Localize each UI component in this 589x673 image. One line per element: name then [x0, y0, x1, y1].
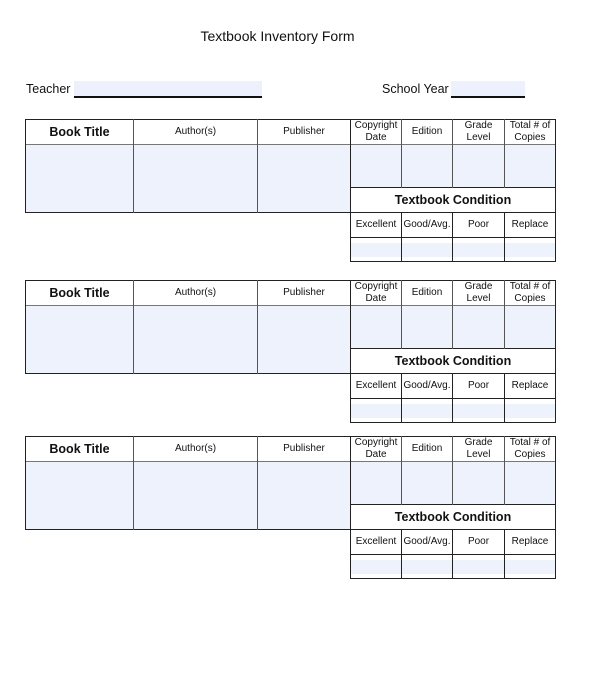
- good-avg-input[interactable]: [402, 243, 452, 257]
- authors-input[interactable]: [134, 145, 257, 212]
- condition-title: Textbook Condition: [394, 193, 512, 207]
- school-year-label: School Year: [382, 82, 449, 96]
- copyright-date-input[interactable]: [351, 306, 401, 348]
- header-copyright-date: Copyright Date: [354, 120, 398, 143]
- condition-replace: Replace: [511, 219, 549, 230]
- header-publisher: Publisher: [283, 287, 325, 298]
- teacher-label: Teacher: [26, 82, 71, 96]
- poor-input[interactable]: [453, 404, 504, 418]
- book-title-input[interactable]: [26, 306, 133, 373]
- condition-poor: Poor: [467, 219, 490, 230]
- edition-input[interactable]: [402, 306, 452, 348]
- book-title-input[interactable]: [26, 462, 133, 529]
- divider: [25, 461, 556, 462]
- poor-input[interactable]: [453, 560, 504, 574]
- condition-good-avg: Good/Avg.: [403, 380, 451, 391]
- header-authors: Author(s): [174, 287, 217, 298]
- condition-replace: Replace: [511, 380, 549, 391]
- divider: [350, 237, 556, 238]
- header-authors: Author(s): [174, 126, 217, 137]
- condition-good-avg: Good/Avg.: [403, 536, 451, 547]
- divider: [350, 554, 556, 555]
- header-publisher: Publisher: [283, 126, 325, 137]
- condition-poor: Poor: [467, 536, 490, 547]
- divider: [350, 422, 556, 423]
- publisher-input[interactable]: [258, 306, 350, 373]
- condition-replace: Replace: [511, 536, 549, 547]
- book-entry-section: Book Title Author(s) Publisher Copyright…: [25, 280, 556, 425]
- header-grade-level: Grade Level: [464, 120, 493, 143]
- header-book-title: Book Title: [49, 286, 110, 300]
- replace-input[interactable]: [505, 404, 555, 418]
- divider: [555, 280, 556, 423]
- total-copies-input[interactable]: [505, 145, 555, 187]
- excellent-input[interactable]: [351, 243, 401, 257]
- header-total-copies: Total # of Copies: [509, 120, 551, 143]
- publisher-input[interactable]: [258, 462, 350, 529]
- divider: [555, 119, 556, 262]
- grade-level-input[interactable]: [453, 145, 504, 187]
- grade-level-input[interactable]: [453, 306, 504, 348]
- excellent-input[interactable]: [351, 560, 401, 574]
- copyright-date-input[interactable]: [351, 145, 401, 187]
- authors-input[interactable]: [134, 462, 257, 529]
- total-copies-input[interactable]: [505, 306, 555, 348]
- form-title: Textbook Inventory Form: [200, 28, 355, 44]
- replace-input[interactable]: [505, 560, 555, 574]
- divider: [25, 212, 351, 213]
- divider: [555, 436, 556, 579]
- header-book-title: Book Title: [49, 442, 110, 456]
- header-edition: Edition: [411, 443, 443, 454]
- condition-excellent: Excellent: [355, 380, 397, 391]
- divider: [25, 373, 351, 374]
- divider: [25, 144, 556, 145]
- divider: [350, 578, 556, 579]
- good-avg-input[interactable]: [402, 560, 452, 574]
- header-authors: Author(s): [174, 443, 217, 454]
- header-copyright-date: Copyright Date: [354, 281, 398, 304]
- header-book-title: Book Title: [49, 125, 110, 139]
- header-total-copies: Total # of Copies: [509, 437, 551, 460]
- header-copyright-date: Copyright Date: [354, 437, 398, 460]
- good-avg-input[interactable]: [402, 404, 452, 418]
- book-title-input[interactable]: [26, 145, 133, 212]
- edition-input[interactable]: [402, 145, 452, 187]
- book-entry-section: Book Title Author(s) Publisher Copyright…: [25, 436, 556, 581]
- edition-input[interactable]: [402, 462, 452, 504]
- teacher-field[interactable]: [74, 81, 262, 98]
- total-copies-input[interactable]: [505, 462, 555, 504]
- header-grade-level: Grade Level: [464, 437, 493, 460]
- condition-excellent: Excellent: [355, 536, 397, 547]
- divider: [350, 398, 556, 399]
- replace-input[interactable]: [505, 243, 555, 257]
- condition-title: Textbook Condition: [394, 354, 512, 368]
- header-total-copies: Total # of Copies: [509, 281, 551, 304]
- copyright-date-input[interactable]: [351, 462, 401, 504]
- header-publisher: Publisher: [283, 443, 325, 454]
- divider: [25, 305, 556, 306]
- condition-title: Textbook Condition: [394, 510, 512, 524]
- header-edition: Edition: [411, 287, 443, 298]
- publisher-input[interactable]: [258, 145, 350, 212]
- grade-level-input[interactable]: [453, 462, 504, 504]
- divider: [350, 261, 556, 262]
- divider: [25, 529, 351, 530]
- header-edition: Edition: [411, 126, 443, 137]
- poor-input[interactable]: [453, 243, 504, 257]
- condition-good-avg: Good/Avg.: [403, 219, 451, 230]
- school-year-field[interactable]: [451, 81, 525, 98]
- authors-input[interactable]: [134, 306, 257, 373]
- condition-poor: Poor: [467, 380, 490, 391]
- header-grade-level: Grade Level: [464, 281, 493, 304]
- book-entry-section: Book Title Author(s) Publisher Copyright…: [25, 119, 556, 264]
- excellent-input[interactable]: [351, 404, 401, 418]
- condition-excellent: Excellent: [355, 219, 397, 230]
